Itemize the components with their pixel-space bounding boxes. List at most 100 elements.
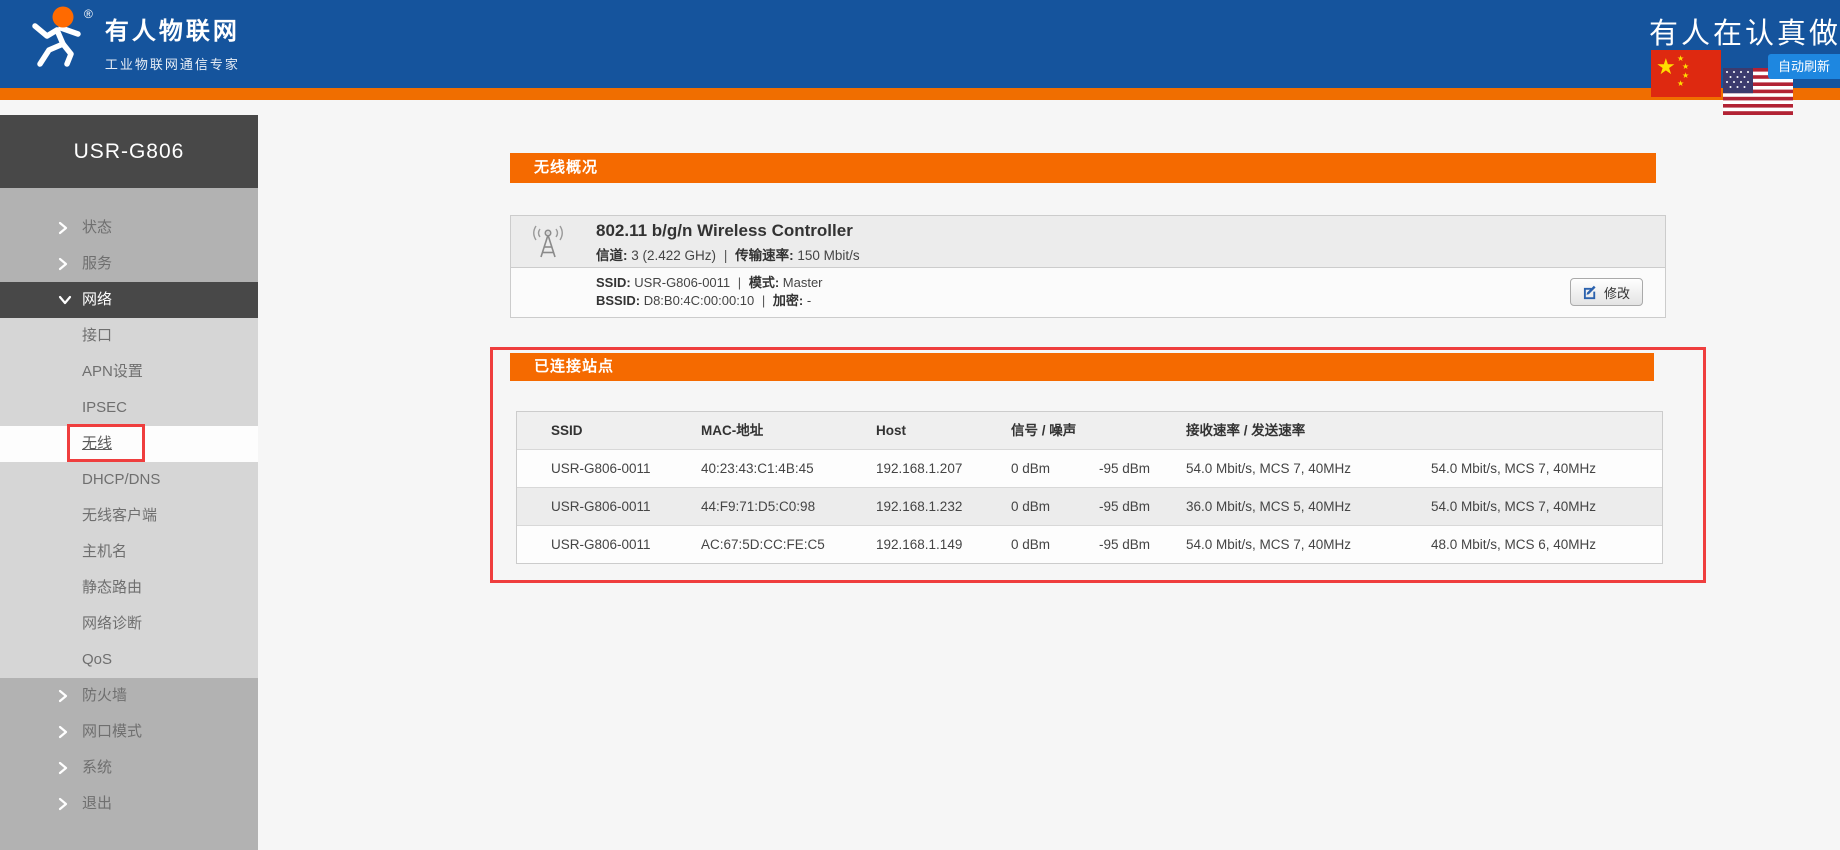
mode-value: Master	[783, 275, 823, 290]
wireless-overview-panel: 802.11 b/g/n Wireless Controller 信道: 3 (…	[510, 215, 1666, 318]
column-header: 信号 / 噪声	[1011, 412, 1186, 449]
section-title-wireless-overview: 无线概况	[510, 153, 1656, 183]
sidebar-item-services[interactable]: 服务	[0, 246, 258, 282]
station-tx_rate: 54.0 Mbit/s, MCS 7, 40MHz	[1431, 450, 1664, 487]
bssid-value: D8:B0:4C:00:00:10	[644, 293, 755, 308]
sidebar-item-label: 防火墙	[82, 678, 127, 714]
channel-value: 3 (2.422 GHz)	[631, 248, 716, 263]
sidebar-item-firewall[interactable]: 防火墙	[0, 678, 258, 714]
encryption-label: 加密:	[773, 293, 803, 308]
slogan: 有人在认真做事	[1649, 10, 1840, 52]
antenna-icon	[528, 223, 568, 268]
svg-text:★: ★	[1656, 54, 1676, 79]
sidebar-item-apn-settings[interactable]: APN设置	[0, 354, 258, 390]
mode-label: 模式:	[749, 275, 779, 290]
edit-button-label: 修改	[1604, 283, 1630, 302]
chevron-right-icon	[58, 714, 68, 750]
separator: |	[724, 248, 728, 263]
station-tx_rate: 54.0 Mbit/s, MCS 7, 40MHz	[1431, 488, 1664, 525]
station-noise: -95 dBm	[1099, 488, 1186, 525]
separator: |	[762, 293, 765, 308]
sidebar-item-label: 网口模式	[82, 714, 142, 750]
bssid-line: BSSID: D8:B0:4C:00:00:10 | 加密: -	[596, 292, 823, 310]
sidebar-item-label: 网络诊断	[82, 606, 142, 642]
brand: ® 有人物联网 工业物联网通信专家	[26, 5, 240, 73]
app-header: ® 有人物联网 工业物联网通信专家 有人在认真做事	[0, 0, 1840, 88]
edit-button[interactable]: 修改	[1570, 278, 1643, 306]
header-accent-strip	[0, 88, 1840, 100]
station-row: USR-G806-001144:F9:71:D5:C0:98192.168.1.…	[517, 487, 1662, 525]
station-rx_rate: 36.0 Mbit/s, MCS 5, 40MHz	[1186, 488, 1431, 525]
brand-logo-icon	[26, 5, 90, 67]
station-mac: 40:23:43:C1:4B:45	[701, 450, 876, 487]
station-host: 192.168.1.232	[876, 488, 1011, 525]
stations-table-body: USR-G806-001140:23:43:C1:4B:45192.168.1.…	[517, 449, 1662, 563]
sidebar-item-status[interactable]: 状态	[0, 210, 258, 246]
sidebar-item-wireless[interactable]: 无线	[0, 426, 258, 462]
sidebar-item-label: IPSEC	[82, 390, 127, 426]
ssid-value: USR-G806-0011	[634, 275, 730, 290]
station-ssid: USR-G806-0011	[517, 450, 701, 487]
column-header: 接收速率 / 发送速率	[1186, 412, 1664, 449]
controller-summary-row: 802.11 b/g/n Wireless Controller 信道: 3 (…	[511, 216, 1665, 268]
svg-text:★: ★	[1682, 62, 1689, 71]
sidebar-menu: 状态服务网络接口APN设置IPSEC无线DHCP/DNS无线客户端主机名静态路由…	[0, 188, 258, 822]
station-mac: 44:F9:71:D5:C0:98	[701, 488, 876, 525]
station-rx_rate: 54.0 Mbit/s, MCS 7, 40MHz	[1186, 526, 1431, 563]
station-tx_rate: 48.0 Mbit/s, MCS 6, 40MHz	[1431, 526, 1664, 563]
station-host: 192.168.1.207	[876, 450, 1011, 487]
sidebar-item-static-routes[interactable]: 静态路由	[0, 570, 258, 606]
controller-meta: 信道: 3 (2.422 GHz) | 传输速率: 150 Mbit/s	[596, 244, 860, 264]
brand-name: 有人物联网	[105, 11, 240, 46]
svg-text:★: ★	[1677, 79, 1684, 88]
ssid-detail-row: SSID: USR-G806-0011 | 模式: Master BSSID: …	[511, 268, 1665, 317]
stations-table-header: SSIDMAC-地址Host信号 / 噪声接收速率 / 发送速率	[517, 412, 1662, 449]
ssid-line: SSID: USR-G806-0011 | 模式: Master	[596, 274, 823, 292]
sidebar-item-label: 系统	[82, 750, 112, 786]
station-host: 192.168.1.149	[876, 526, 1011, 563]
device-name: USR-G806	[0, 115, 258, 188]
brand-tagline: 工业物联网通信专家	[105, 54, 240, 73]
sidebar-item-label: 退出	[82, 786, 112, 822]
sidebar-item-label: QoS	[82, 642, 112, 678]
sidebar-item-network[interactable]: 网络	[0, 282, 258, 318]
chevron-right-icon	[58, 210, 68, 246]
station-noise: -95 dBm	[1099, 450, 1186, 487]
station-ssid: USR-G806-0011	[517, 488, 701, 525]
sidebar-item-interfaces[interactable]: 接口	[0, 318, 258, 354]
edit-icon	[1583, 285, 1598, 300]
sidebar-item-qos[interactable]: QoS	[0, 642, 258, 678]
sidebar-item-label: 服务	[82, 246, 112, 282]
sidebar-item-hostname[interactable]: 主机名	[0, 534, 258, 570]
station-mac: AC:67:5D:CC:FE:C5	[701, 526, 876, 563]
sidebar-item-label: APN设置	[82, 354, 143, 390]
sidebar-item-label: 状态	[82, 210, 112, 246]
sidebar-item-wireless-client[interactable]: 无线客户端	[0, 498, 258, 534]
chevron-down-icon	[58, 282, 72, 318]
sidebar-item-dhcp-dns[interactable]: DHCP/DNS	[0, 462, 258, 498]
sidebar-item-ipsec[interactable]: IPSEC	[0, 390, 258, 426]
station-row: USR-G806-001140:23:43:C1:4B:45192.168.1.…	[517, 449, 1662, 487]
sidebar-item-logout[interactable]: 退出	[0, 786, 258, 822]
china-flag-icon[interactable]: ★ ★ ★ ★ ★	[1651, 50, 1721, 97]
sidebar-item-diagnostics[interactable]: 网络诊断	[0, 606, 258, 642]
rate-label: 传输速率:	[735, 248, 794, 263]
station-signal: 0 dBm	[1011, 450, 1099, 487]
sidebar-item-label: 主机名	[82, 534, 127, 570]
station-ssid: USR-G806-0011	[517, 526, 701, 563]
controller-title: 802.11 b/g/n Wireless Controller	[596, 221, 853, 241]
station-rx_rate: 54.0 Mbit/s, MCS 7, 40MHz	[1186, 450, 1431, 487]
sidebar-item-port-mode[interactable]: 网口模式	[0, 714, 258, 750]
sidebar-item-label: 无线	[82, 426, 112, 462]
sidebar-item-system[interactable]: 系统	[0, 750, 258, 786]
station-noise: -95 dBm	[1099, 526, 1186, 563]
registered-mark: ®	[84, 7, 93, 21]
chevron-right-icon	[58, 750, 68, 786]
station-signal: 0 dBm	[1011, 526, 1099, 563]
bssid-label: BSSID:	[596, 293, 640, 308]
column-header: Host	[876, 412, 1011, 449]
station-signal: 0 dBm	[1011, 488, 1099, 525]
auto-refresh-toggle[interactable]: 自动刷新	[1768, 54, 1840, 79]
separator: |	[738, 275, 741, 290]
section-title-connected-stations: 已连接站点	[510, 353, 1654, 381]
